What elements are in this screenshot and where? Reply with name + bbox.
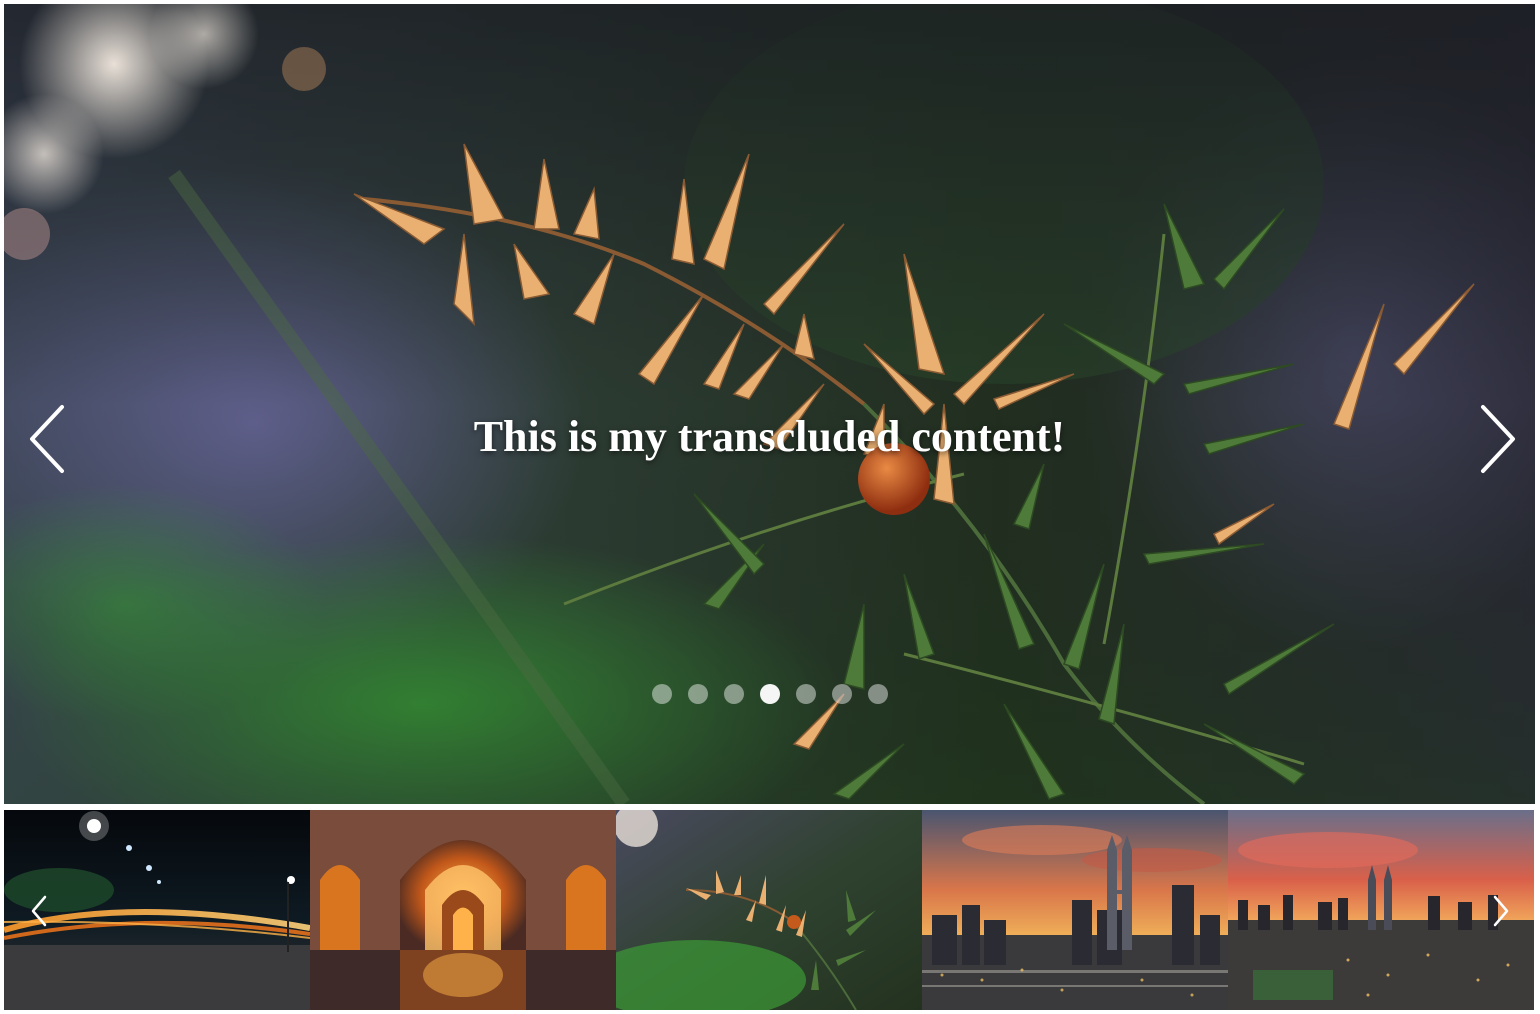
slide-dot-6[interactable] [831,684,852,704]
thumbnail-arched-corridor-image [310,810,616,1010]
thumbnail-twin-towers-sunset[interactable] [922,810,1228,1010]
previous-slide-button[interactable] [24,399,74,479]
slide-dot-1[interactable] [651,684,672,704]
slide-dot-4-active[interactable] [759,684,780,704]
thumbnail-plant-branch-image [616,810,922,1010]
thumbnail-strip [4,810,1535,1010]
thumbnail-city-panorama-image [1228,810,1534,1010]
slide-caption-text: This is my transcluded content! [473,412,1066,461]
chevron-left-icon [31,895,47,927]
thumbnail-twin-towers-sunset-image [922,810,1228,1010]
thumbnail-plant-branch[interactable] [616,810,922,1010]
slide-dot-3[interactable] [723,684,744,704]
slideshow-page: This is my transcluded content! [0,0,1540,1014]
thumbnails-previous-button[interactable] [28,893,50,929]
slide-dot-7[interactable] [867,684,888,704]
thumbnail-city-panorama[interactable] [1228,810,1534,1010]
next-slide-button[interactable] [1471,399,1521,479]
chevron-left-icon [30,405,64,473]
main-slide: This is my transcluded content! [4,4,1535,804]
slide-dot-2[interactable] [687,684,708,704]
chevron-right-icon [1493,895,1509,927]
slide-dot-5[interactable] [795,684,816,704]
slide-indicators [4,684,1535,708]
chevron-right-icon [1481,405,1515,473]
thumbnail-arched-corridor[interactable] [310,810,616,1010]
thumbnails-next-button[interactable] [1490,893,1512,929]
